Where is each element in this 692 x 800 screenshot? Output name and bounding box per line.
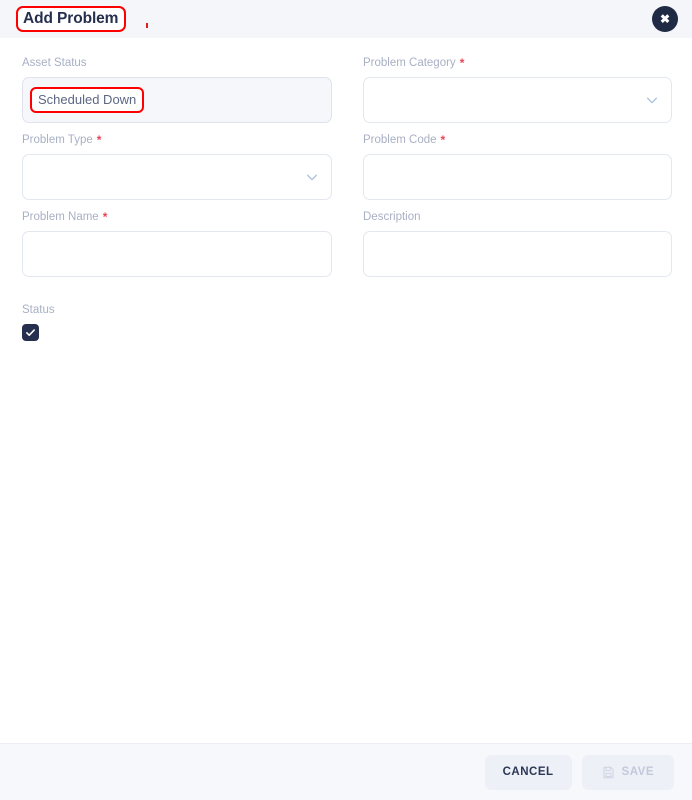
problem-name-input[interactable] [22,231,332,277]
required-indicator: * [440,133,446,147]
field-label-status: Status [22,303,672,317]
form-grid: Asset Status Scheduled Down Problem Cate… [22,56,672,287]
status-checkbox[interactable] [22,324,39,341]
save-button[interactable]: SAVE [581,754,674,790]
close-button[interactable]: ✖ [652,6,678,32]
label-text: Asset Status [22,57,87,69]
required-indicator: * [459,56,465,70]
dialog-title: Add Problem [16,5,127,33]
field-label-asset-status: Asset Status [22,56,332,70]
field-label-problem-category: Problem Category * [363,56,672,70]
asset-status-value: Scheduled Down [30,87,145,113]
label-text: Description [363,211,421,223]
chevron-down-icon [646,97,658,104]
field-label-problem-name: Problem Name * [22,210,332,224]
field-asset-status: Asset Status Scheduled Down [22,56,332,123]
dialog-header: Add Problem ✖ [0,0,692,38]
label-text: Problem Category [363,57,456,69]
label-text: Problem Code [363,134,437,146]
field-problem-code: Problem Code * [363,133,672,200]
add-problem-dialog: Add Problem ✖ Asset Status Scheduled Dow… [0,0,692,800]
problem-code-input[interactable] [363,154,672,200]
description-input[interactable] [363,231,672,277]
field-problem-type: Problem Type * [22,133,332,200]
close-icon: ✖ [659,11,671,26]
label-text: Problem Type [22,134,93,146]
label-text: Status [22,304,55,316]
chevron-down-icon [306,174,318,181]
field-problem-category: Problem Category * [363,56,672,123]
field-problem-name: Problem Name * [22,210,332,277]
field-label-description: Description [363,210,672,224]
check-icon [26,329,35,336]
field-status: Status [22,303,672,341]
save-button-label: SAVE [621,766,654,778]
field-label-problem-code: Problem Code * [363,133,672,147]
save-disk-icon [603,766,613,778]
dialog-footer: CANCEL SAVE [0,743,692,800]
problem-category-select[interactable] [363,77,672,123]
cancel-button[interactable]: CANCEL [484,754,572,790]
field-label-problem-type: Problem Type * [22,133,332,147]
field-description: Description [363,210,672,277]
asset-status-input[interactable]: Scheduled Down [22,77,332,123]
problem-type-select[interactable] [22,154,332,200]
dialog-body: Asset Status Scheduled Down Problem Cate… [0,38,692,743]
required-indicator: * [102,210,108,224]
label-text: Problem Name [22,211,99,223]
required-indicator: * [96,133,102,147]
annotation-dot [146,22,149,28]
